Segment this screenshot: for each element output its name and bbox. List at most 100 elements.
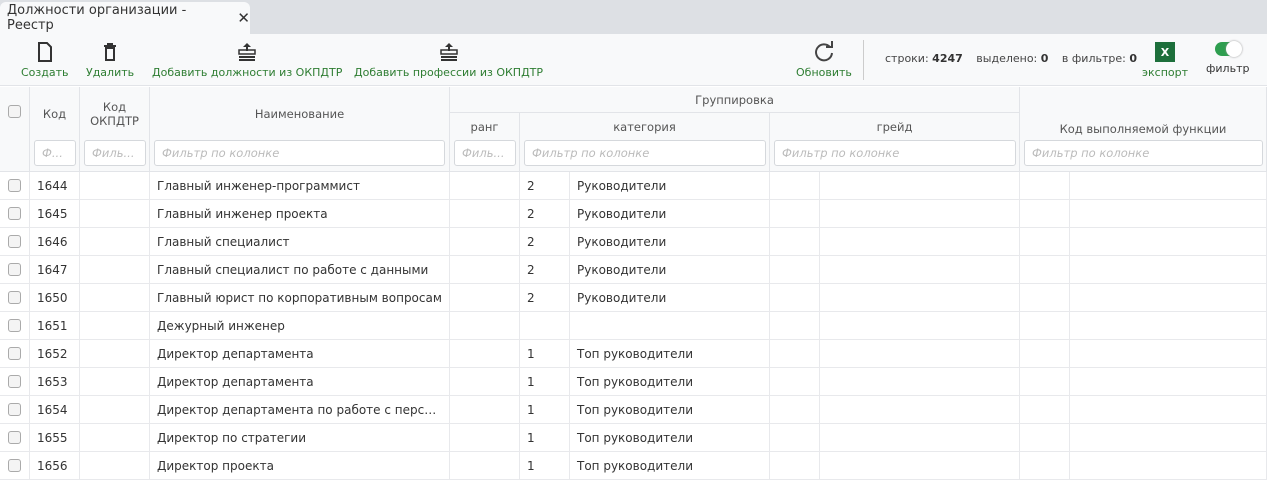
filter-function-input[interactable]: Фильтр по колонке (1024, 140, 1263, 166)
row-checkbox[interactable] (8, 235, 21, 248)
table-row[interactable]: 1655 Директор по стратегии 1 Топ руководите… (0, 424, 1267, 452)
row-select-cell (0, 452, 30, 480)
cell-empty (80, 312, 150, 340)
cell-empty (820, 200, 1020, 228)
export-button[interactable]: X экспорт (1142, 42, 1188, 79)
rows-count: 4247 (932, 52, 963, 65)
cell-empty (1020, 256, 1070, 284)
table-row[interactable]: 1651 Дежурный инженер (0, 312, 1267, 340)
cell-empty (450, 312, 520, 340)
cell-empty (770, 312, 820, 340)
cell-catnum: 2 (520, 284, 570, 312)
cell-empty (770, 424, 820, 452)
cell-empty (820, 284, 1020, 312)
row-checkbox[interactable] (8, 375, 21, 388)
cell-empty (1020, 312, 1070, 340)
table-row[interactable]: 1653 Директор департамента 1 Топ руководите… (0, 368, 1267, 396)
cell-cat: Топ руководители (570, 452, 770, 480)
row-select-cell (0, 228, 30, 256)
filter-toggle[interactable]: фильтр (1206, 36, 1249, 75)
refresh-label: Обновить (796, 66, 852, 79)
delete-button[interactable]: Удалить (86, 40, 134, 79)
cell-empty (820, 340, 1020, 368)
cell-empty (80, 200, 150, 228)
cell-empty (80, 172, 150, 200)
cell-code: 1655 (30, 424, 80, 452)
cell-empty (450, 396, 520, 424)
toggle-switch[interactable] (1214, 41, 1242, 57)
cell-empty (1020, 200, 1070, 228)
row-checkbox[interactable] (8, 347, 21, 360)
table-row[interactable]: 1652 Директор департамента 1 Топ руководите… (0, 340, 1267, 368)
table-row[interactable]: 1647 Главный специалист по работе с данны… (0, 256, 1267, 284)
close-icon[interactable]: ✕ (237, 9, 250, 27)
cell-empty (80, 256, 150, 284)
row-checkbox[interactable] (8, 319, 21, 332)
cell-empty (80, 368, 150, 396)
cell-empty (820, 312, 1020, 340)
row-checkbox[interactable] (8, 431, 21, 444)
cell-code: 1656 (30, 452, 80, 480)
cell-empty (1070, 396, 1267, 424)
cell-empty (1070, 200, 1267, 228)
filter-rank-input[interactable]: Филь... (454, 140, 516, 166)
cell-name: Директор департамента (150, 340, 450, 368)
cell-empty (80, 424, 150, 452)
cell-empty (820, 424, 1020, 452)
cell-name: Дежурный инженер (150, 312, 450, 340)
cell-empty (820, 452, 1020, 480)
filtered-label: в фильтре: (1061, 52, 1126, 65)
table-row[interactable]: 1650 Главный юрист по корпоративным вопро… (0, 284, 1267, 312)
cell-empty (1070, 284, 1267, 312)
cell-catnum: 2 (520, 228, 570, 256)
row-select-cell (0, 424, 30, 452)
row-checkbox[interactable] (8, 403, 21, 416)
table-row[interactable]: 1654 Директор департамента по работе с пе… (0, 396, 1267, 424)
cell-empty (1020, 172, 1070, 200)
cell-code: 1645 (30, 200, 80, 228)
row-checkbox[interactable] (8, 459, 21, 472)
cell-catnum: 1 (520, 396, 570, 424)
select-all-header (0, 87, 30, 172)
table-row[interactable]: 1646 Главный специалист 2 Руководители (0, 228, 1267, 256)
cell-cat: Руководители (570, 200, 770, 228)
cell-empty (1070, 312, 1267, 340)
cell-code: 1644 (30, 172, 80, 200)
row-checkbox[interactable] (8, 207, 21, 220)
row-select-cell (0, 256, 30, 284)
cell-empty (450, 368, 520, 396)
row-select-cell (0, 368, 30, 396)
row-checkbox[interactable] (8, 179, 21, 192)
cell-empty (820, 396, 1020, 424)
select-all-checkbox[interactable] (8, 105, 21, 118)
add-positions-button[interactable]: Добавить должности из ОКПДТР (152, 40, 342, 79)
row-checkbox[interactable] (8, 291, 21, 304)
add-professions-button[interactable]: Добавить профессии из ОКПДТР (354, 40, 543, 79)
table-row[interactable]: 1645 Главный инженер проекта 2 Руководители (0, 200, 1267, 228)
refresh-button[interactable]: Обновить (796, 40, 852, 79)
cell-name: Директор проекта (150, 452, 450, 480)
cell-empty (1070, 256, 1267, 284)
row-stats: строки: 4247 выделено: 0 в фильтре: 0 (885, 52, 1147, 65)
cell-cat: Руководители (570, 256, 770, 284)
filter-code-input[interactable]: Ф... (34, 140, 76, 166)
create-label: Создать (21, 66, 69, 79)
table-row[interactable]: 1644 Главный инженер-программист 2 Руководи… (0, 172, 1267, 200)
filter-category-input[interactable]: Фильтр по колонке (524, 140, 766, 166)
filter-name-input[interactable]: Фильтр по колонке (154, 140, 445, 166)
cell-empty (770, 172, 820, 200)
add-positions-label: Добавить должности из ОКПДТР (152, 66, 343, 79)
cell-empty (1020, 452, 1070, 480)
row-select-cell (0, 396, 30, 424)
table-row[interactable]: 1656 Директор проекта 1 Топ руководители (0, 452, 1267, 480)
cell-empty (820, 172, 1020, 200)
cell-cat: Топ руководители (570, 396, 770, 424)
row-checkbox[interactable] (8, 263, 21, 276)
selected-label: выделено: (976, 52, 1038, 65)
cell-empty (1020, 396, 1070, 424)
create-button[interactable]: Создать (21, 40, 69, 79)
tab-positions-registry[interactable]: Должности организации - Реестр ✕ (0, 2, 250, 34)
filter-okpdtr-input[interactable]: Филь... (84, 140, 146, 166)
cell-empty (80, 284, 150, 312)
filter-grade-input[interactable]: Фильтр по колонке (774, 140, 1016, 166)
